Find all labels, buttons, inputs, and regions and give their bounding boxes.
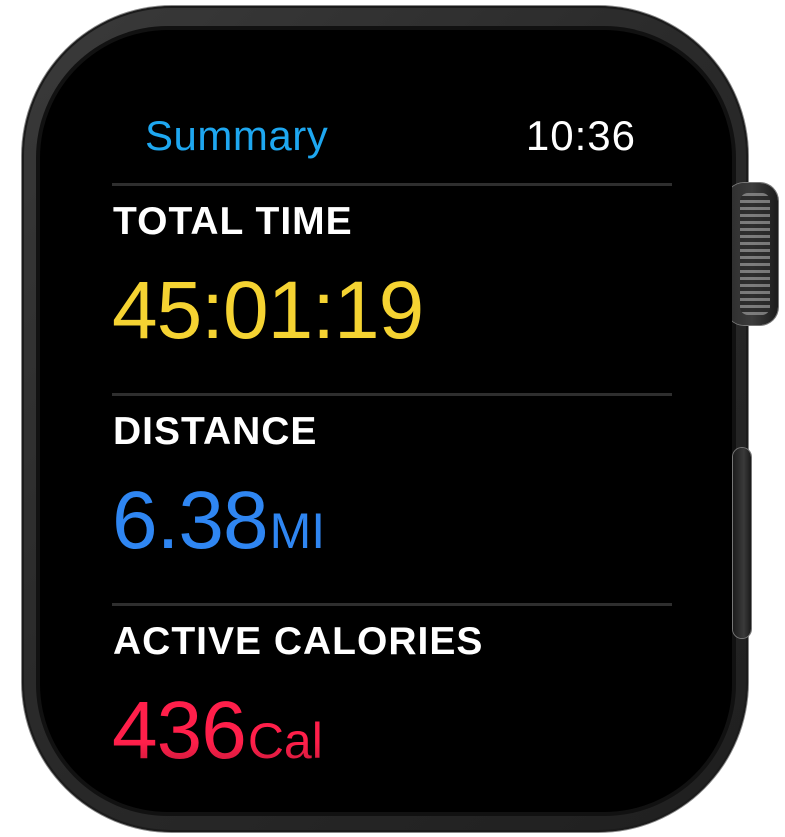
distance-unit: MI	[269, 503, 326, 559]
watch-screen: Summary 10:36 TOTAL TIME 45:01:19 DISTAN…	[40, 30, 732, 812]
total-time-label: TOTAL TIME	[113, 200, 353, 243]
section-divider	[112, 393, 672, 396]
digital-crown[interactable]	[726, 183, 778, 325]
digital-crown-ridges	[740, 193, 770, 315]
total-time-value: 45:01:19	[112, 264, 424, 358]
status-time: 10:36	[525, 112, 636, 159]
watch-stage: Summary 10:36 TOTAL TIME 45:01:19 DISTAN…	[0, 0, 785, 837]
summary-title[interactable]: Summary	[145, 112, 328, 160]
total-time-number: 45:01:19	[112, 265, 424, 356]
distance-number: 6.38	[112, 475, 269, 566]
distance-label: DISTANCE	[113, 410, 318, 453]
section-divider	[112, 603, 672, 606]
side-button[interactable]	[733, 448, 751, 638]
active-calories-label: ACTIVE CALORIES	[113, 620, 484, 663]
scroll-fade	[40, 742, 732, 812]
distance-value: 6.38MI	[112, 474, 325, 568]
section-divider	[112, 183, 672, 186]
